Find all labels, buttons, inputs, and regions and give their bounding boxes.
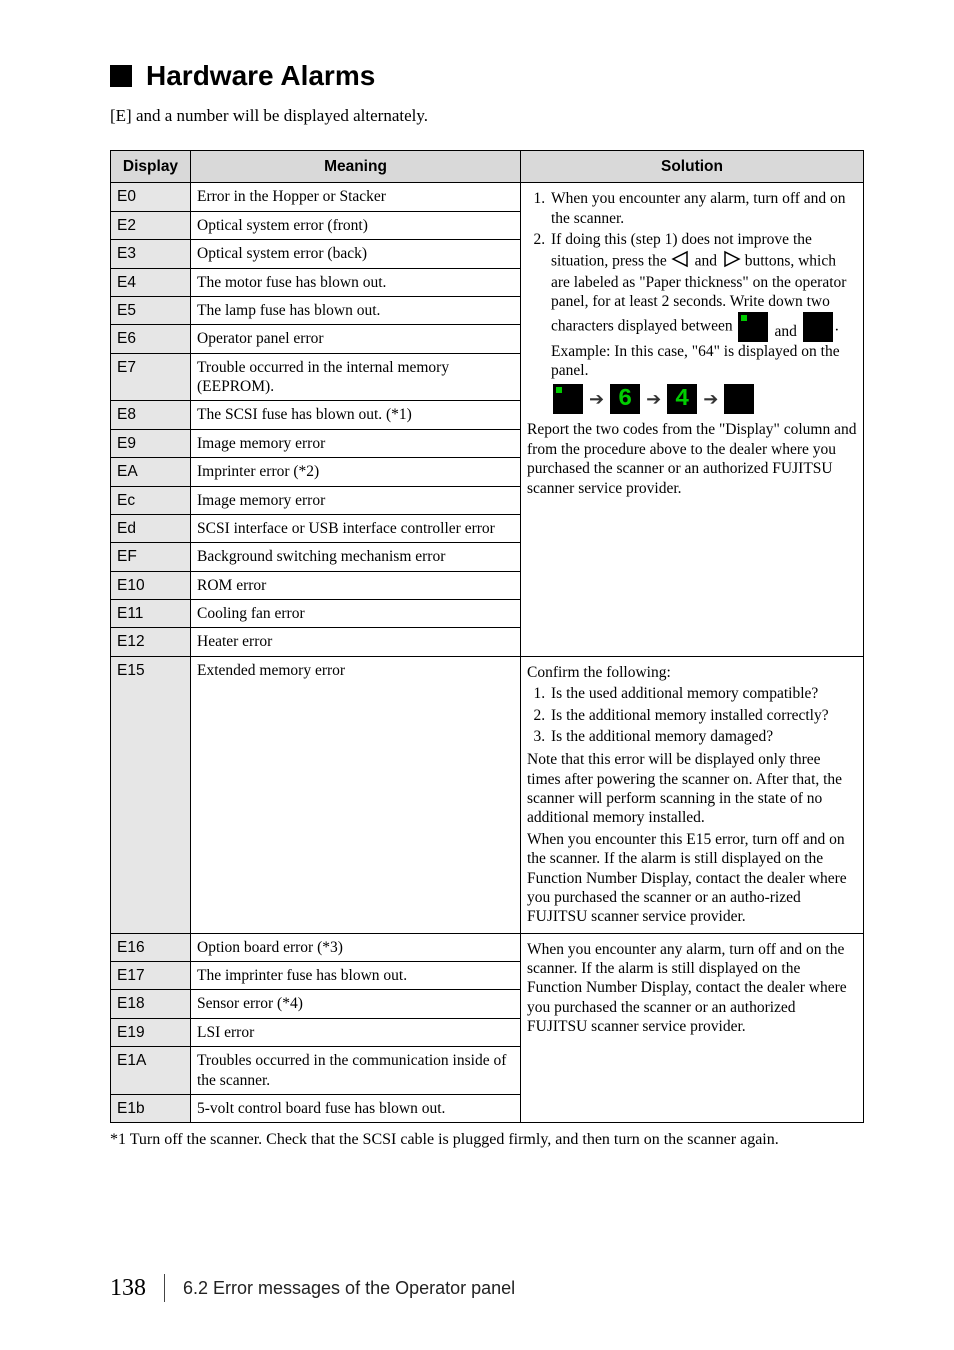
table-meaning-cell: Trouble occurred in the internal memory … [191,353,521,401]
triangle-right-icon [721,250,741,273]
table-solution-cell-group1: When you encounter any alarm, turn off a… [521,183,864,656]
alarm-table: Display Meaning Solution E0Error in the … [110,150,864,1123]
table-code-cell: E6 [111,325,191,353]
table-meaning-cell: LSI error [191,1018,521,1046]
table-meaning-cell: Image memory error [191,486,521,514]
table-meaning-cell: Imprinter error (*2) [191,458,521,486]
th-meaning: Meaning [191,151,521,183]
arrow-right-icon: ➔ [703,388,718,411]
arrow-right-icon: ➔ [646,388,661,411]
table-meaning-cell: Heater error [191,628,521,656]
table-meaning-cell: Cooling fan error [191,600,521,628]
table-code-cell: EF [111,543,191,571]
display-box-icon [803,312,833,342]
table-meaning-cell: Extended memory error [191,656,521,933]
table-meaning-cell: SCSI interface or USB interface controll… [191,514,521,542]
display-box-icon [724,384,754,414]
table-meaning-cell: Operator panel error [191,325,521,353]
sol-e15-q1: Is the used additional memory compatible… [549,684,857,703]
sol-e15-q2: Is the additional memory installed corre… [549,706,857,725]
table-code-cell: Ec [111,486,191,514]
display-box-icon [738,312,768,342]
table-meaning-cell: Error in the Hopper or Stacker [191,183,521,211]
table-meaning-cell: Sensor error (*4) [191,990,521,1018]
table-meaning-cell: The motor fuse has blown out. [191,268,521,296]
table-meaning-cell: Optical system error (back) [191,240,521,268]
table-meaning-cell: Option board error (*3) [191,933,521,961]
table-code-cell: E10 [111,571,191,599]
footer-section: 6.2 Error messages of the Operator panel [183,1278,515,1299]
sol3-text: When you encounter any alarm, turn off a… [527,940,857,1037]
table-meaning-cell: The imprinter fuse has blown out. [191,962,521,990]
table-code-cell: E18 [111,990,191,1018]
page-number: 138 [110,1275,146,1302]
table-code-cell: EA [111,458,191,486]
table-meaning-cell: Troubles occurred in the communication i… [191,1047,521,1095]
table-code-cell: E7 [111,353,191,401]
sol-e15-q3: Is the additional memory damaged? [549,727,857,746]
sol1-example: Example: In this case, "64" is displayed… [551,343,840,379]
table-code-cell: E12 [111,628,191,656]
display-sequence: ➔ 6 ➔ 4 ➔ [551,384,857,414]
table-code-cell: E2 [111,211,191,239]
table-meaning-cell: The SCSI fuse has blown out. (*1) [191,401,521,429]
table-code-cell: E5 [111,296,191,324]
table-meaning-cell: 5-volt control board fuse has blown out. [191,1094,521,1122]
table-code-cell: E1A [111,1047,191,1095]
sol1-and: and [774,322,796,341]
table-code-cell: Ed [111,514,191,542]
heading-square-icon [110,65,132,87]
table-code-cell: E0 [111,183,191,211]
display-box-icon: 6 [610,384,640,414]
th-solution: Solution [521,151,864,183]
table-code-cell: E9 [111,429,191,457]
table-meaning-cell: The lamp fuse has blown out. [191,296,521,324]
table-solution-cell-group3: When you encounter any alarm, turn off a… [521,933,864,1123]
sol-e15-note2: When you encounter this E15 error, turn … [527,830,857,927]
table-meaning-cell: Image memory error [191,429,521,457]
table-code-cell: E15 [111,656,191,933]
intro-text: [E] and a number will be displayed alter… [110,106,864,126]
table-code-cell: E8 [111,401,191,429]
triangle-left-icon [671,250,691,273]
arrow-right-icon: ➔ [589,388,604,411]
table-code-cell: E17 [111,962,191,990]
page-heading: Hardware Alarms [146,60,375,92]
display-box-icon: 4 [667,384,697,414]
sol-e15-note: Note that this error will be displayed o… [527,750,857,828]
table-code-cell: E16 [111,933,191,961]
table-code-cell: E3 [111,240,191,268]
table-code-cell: E4 [111,268,191,296]
table-meaning-cell: Background switching mechanism error [191,543,521,571]
sol1-report: Report the two codes from the "Display" … [527,420,857,498]
sol-e15-intro: Confirm the following: [527,663,857,682]
sol1-step2: If doing this (step 1) does not improve … [549,230,857,414]
table-code-cell: E11 [111,600,191,628]
display-box-icon [553,384,583,414]
footer-separator [164,1274,165,1302]
table-meaning-cell: ROM error [191,571,521,599]
th-display: Display [111,151,191,183]
table-code-cell: E1b [111,1094,191,1122]
sol1-step1: When you encounter any alarm, turn off a… [549,189,857,228]
table-meaning-cell: Optical system error (front) [191,211,521,239]
footnote-1: *1 Turn off the scanner. Check that the … [110,1131,864,1149]
table-solution-cell-e15: Confirm the following: Is the used additi… [521,656,864,933]
table-code-cell: E19 [111,1018,191,1046]
